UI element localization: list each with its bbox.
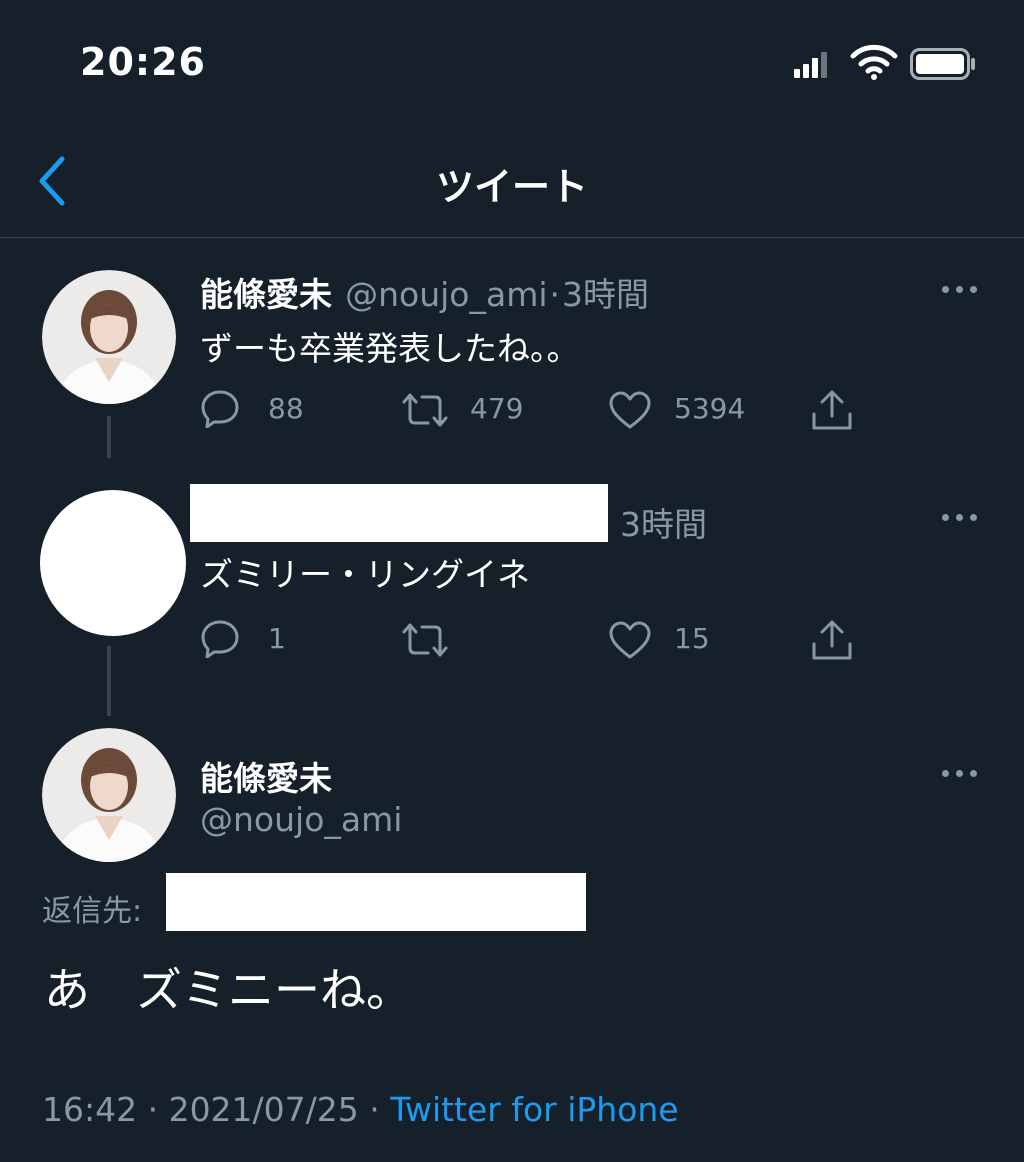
more-icon[interactable] bbox=[940, 280, 980, 300]
reply-icon[interactable] bbox=[200, 618, 240, 658]
author-handle[interactable]: @noujo_ami bbox=[345, 275, 547, 314]
reply-count: 1 bbox=[268, 622, 286, 655]
page-title: ツイート bbox=[435, 165, 588, 209]
battery-icon bbox=[910, 48, 975, 80]
source-link[interactable]: Twitter for iPhone bbox=[390, 1090, 678, 1129]
retweet-icon[interactable] bbox=[400, 620, 450, 660]
tweet-text: ずーも卒業発表したね。。 bbox=[200, 329, 580, 368]
tweet-1[interactable]: 能條愛未 @noujo_ami·3時間 ずーも卒業発表したね。。 88 479 … bbox=[0, 238, 1024, 458]
redacted-reply-to bbox=[166, 873, 586, 931]
share-icon[interactable] bbox=[810, 388, 854, 432]
author-name[interactable]: 能條愛未 bbox=[200, 752, 332, 800]
tweet-time: 3時間 bbox=[620, 505, 707, 544]
author-handle[interactable]: @noujo_ami bbox=[200, 800, 402, 839]
separator: · bbox=[549, 275, 561, 314]
author-name[interactable]: 能條愛未 bbox=[200, 275, 332, 314]
redacted-author bbox=[190, 484, 608, 542]
main-tweet: 能條愛未 @noujo_ami 返信先: あ ズミニーね。 16:42 · 20… bbox=[0, 718, 1024, 1162]
reply-icon[interactable] bbox=[200, 388, 240, 428]
like-count: 5394 bbox=[674, 392, 746, 425]
wifi-icon bbox=[850, 44, 898, 80]
reply-to-label: 返信先: bbox=[42, 894, 143, 929]
like-icon[interactable] bbox=[608, 620, 652, 660]
share-icon[interactable] bbox=[810, 618, 854, 662]
status-time: 20:26 bbox=[80, 40, 206, 84]
like-icon[interactable] bbox=[608, 390, 652, 430]
tweet-time: 3時間 bbox=[562, 275, 650, 314]
retweet-count: 479 bbox=[470, 392, 524, 425]
more-icon[interactable] bbox=[940, 764, 980, 784]
tweet-text: ズミリー・リングイネ bbox=[200, 555, 530, 594]
avatar[interactable] bbox=[42, 270, 176, 404]
tweet-meta: 16:42 · 2021/07/25 · Twitter for iPhone bbox=[42, 1090, 679, 1129]
main-tweet-text: あ ズミニーね。 bbox=[44, 963, 412, 1017]
avatar[interactable] bbox=[40, 490, 186, 636]
thread-line bbox=[107, 416, 111, 458]
tweet-2[interactable]: 3時間 ズミリー・リングイネ 1 15 bbox=[0, 458, 1024, 718]
thread-line bbox=[107, 646, 111, 716]
like-count: 15 bbox=[674, 622, 710, 655]
avatar[interactable] bbox=[42, 728, 176, 862]
reply-count: 88 bbox=[268, 392, 304, 425]
more-icon[interactable] bbox=[940, 508, 980, 528]
signal-icon bbox=[794, 50, 828, 78]
timestamp: 16:42 · 2021/07/25 · bbox=[42, 1090, 380, 1129]
retweet-icon[interactable] bbox=[400, 390, 450, 430]
